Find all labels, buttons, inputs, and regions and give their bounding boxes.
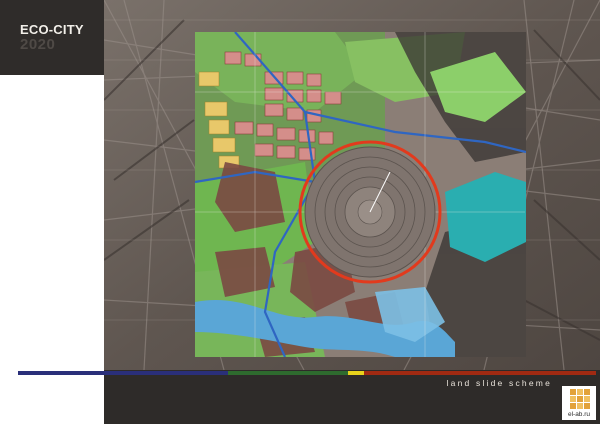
- slide-caption: land slide scheme: [446, 378, 552, 388]
- left-panel: 2020 ECO-CITY: [0, 0, 104, 424]
- slide: 2020 ECO-CITY land slide scheme el-ab.ru: [0, 0, 600, 424]
- el-ab-logo: el-ab.ru: [562, 386, 596, 420]
- stripe-blue: [18, 371, 228, 375]
- logo-grid-icon: [570, 389, 590, 409]
- brand-block: 2020 ECO-CITY: [0, 0, 104, 75]
- brand-title: ECO-CITY: [20, 22, 84, 37]
- stripe-red: [364, 371, 596, 375]
- stripe-green: [228, 371, 348, 375]
- stripe-yellow: [348, 371, 364, 375]
- logo-text: el-ab.ru: [567, 411, 591, 418]
- city-plan-map: [195, 32, 526, 357]
- brand-year: 2020: [20, 36, 56, 53]
- map-graphic: [195, 32, 526, 357]
- open-pit-crater: [304, 146, 436, 278]
